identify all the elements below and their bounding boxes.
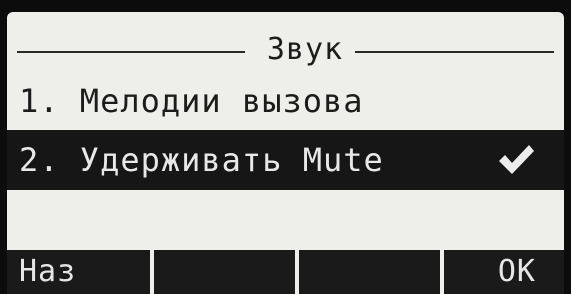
header-rule-left <box>17 51 245 53</box>
menu-item-hold-mute[interactable]: 2. Удерживать Mute <box>7 130 564 190</box>
header-rule-right <box>355 51 554 53</box>
softkey-bar: Наз OK <box>7 250 564 294</box>
checkmark-icon <box>499 145 534 174</box>
softkey-3[interactable] <box>299 250 440 294</box>
softkey-2[interactable] <box>154 250 295 294</box>
menu-item-ringtones[interactable]: 1. Мелодии вызова <box>7 74 564 128</box>
menu-item-label: 1. Мелодии вызова <box>19 82 364 120</box>
menu-item-label: 2. Удерживать Mute <box>19 141 384 179</box>
device-bezel: Звук 1. Мелодии вызова 2. Удерживать Mut… <box>0 0 571 294</box>
screen-title: Звук <box>266 32 344 67</box>
softkey-ok[interactable]: OK <box>444 250 564 294</box>
lcd-screen: Звук 1. Мелодии вызова 2. Удерживать Mut… <box>7 12 564 294</box>
softkey-back[interactable]: Наз <box>7 250 150 294</box>
screen-header: Звук <box>17 30 554 70</box>
